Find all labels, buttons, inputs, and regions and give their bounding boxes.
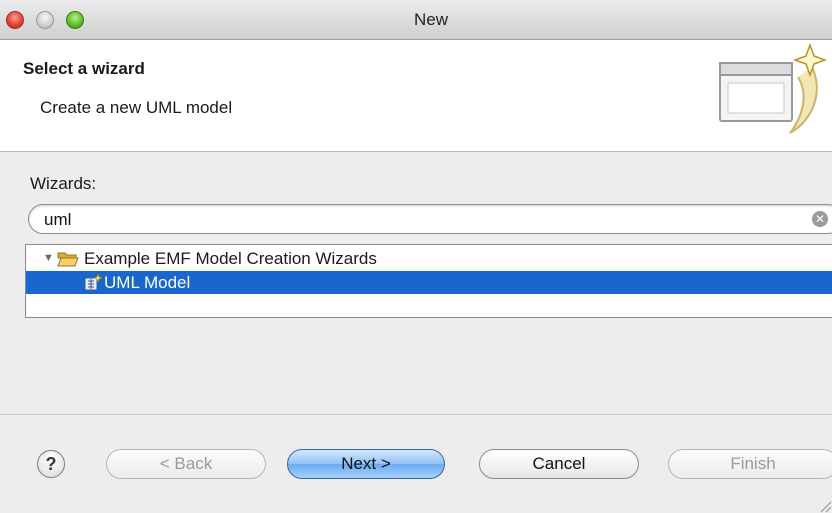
wizard-selection-area: Wizards: ✕ ▼ Example EMF Model Creation …: [0, 152, 832, 414]
wizard-banner: Select a wizard Create a new UML model: [0, 41, 832, 152]
resize-grip-icon[interactable]: [816, 497, 832, 513]
tree-item-uml-model[interactable]: UML Model: [26, 271, 832, 294]
button-bar: ? < Back Next > Cancel Finish: [0, 414, 832, 513]
banner-description: Create a new UML model: [40, 98, 233, 117]
tree-item-example-emf-wizards[interactable]: ▼ Example EMF Model Creation Wizards: [26, 247, 832, 270]
clear-search-icon[interactable]: ✕: [812, 211, 828, 227]
back-button[interactable]: < Back: [106, 449, 266, 479]
finish-button[interactable]: Finish: [668, 449, 832, 479]
wizard-tree[interactable]: ▼ Example EMF Model Creation Wizards UML…: [25, 244, 832, 318]
uml-model-icon: [84, 274, 102, 291]
tree-item-label: Example EMF Model Creation Wizards: [84, 249, 377, 268]
tree-item-label: UML Model: [104, 273, 191, 292]
new-wizard-icon: [719, 43, 828, 134]
next-button[interactable]: Next >: [287, 449, 445, 479]
cancel-button[interactable]: Cancel: [479, 449, 639, 479]
wizards-label: Wizards:: [30, 174, 97, 193]
help-button[interactable]: ?: [37, 450, 65, 478]
banner-title: Select a wizard: [23, 59, 145, 78]
wizard-search-input[interactable]: [42, 208, 786, 232]
window-title: New: [413, 10, 448, 29]
wizard-search-field[interactable]: ✕: [28, 204, 832, 234]
expand-triangle-icon[interactable]: ▼: [43, 247, 54, 270]
folder-open-icon: [57, 252, 79, 267]
title-bar: New: [0, 0, 832, 40]
